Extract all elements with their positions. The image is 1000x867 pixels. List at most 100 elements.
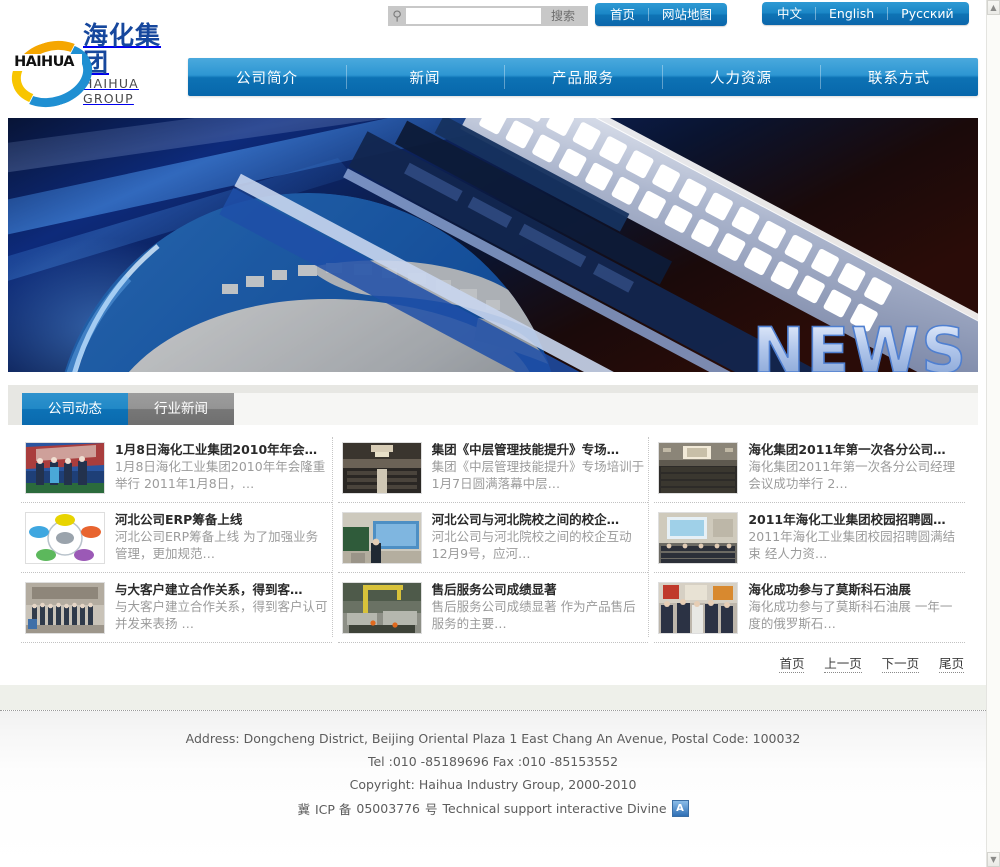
news-text: 海化集团2011年第一次各分公司… 海化集团2011年第一次各分公司经理会议成功… <box>748 442 961 494</box>
news-thumbnail <box>658 582 738 634</box>
vertical-scrollbar[interactable]: ▲ ▼ <box>986 0 1000 867</box>
language-switcher: 中文 English Русский <box>762 2 969 25</box>
nav-item-human-resources[interactable]: 人力资源 <box>662 58 820 96</box>
footer-address: Address: Dongcheng District, Beijing Ori… <box>0 730 986 747</box>
logo-text-block: 海化集团 HAIHUA GROUP <box>83 22 184 106</box>
nav-item-contact[interactable]: 联系方式 <box>820 58 978 96</box>
news-title[interactable]: 海化成功参与了莫斯科石油展 <box>748 582 961 598</box>
nav-item-products-services[interactable]: 产品服务 <box>504 58 662 96</box>
news-description: 河北公司与河北院校之间的校企互动 12月9号，应河… <box>432 528 645 562</box>
search-button[interactable]: 搜索 <box>541 6 585 26</box>
news-tabs: 公司动态 行业新闻 <box>8 385 978 425</box>
news-description: 海化集团2011年第一次各分公司经理会议成功举行 2… <box>748 458 961 492</box>
news-columns: 1月8日海化工业集团2010年年会… 1月8日海化工业集团2010年年会隆重举行… <box>8 425 978 643</box>
news-title[interactable]: 2011年海化工业集团校园招聘圆… <box>748 512 961 528</box>
news-thumbnail <box>25 582 105 634</box>
news-item[interactable]: 海化成功参与了莫斯科石油展 海化成功参与了莫斯科石油展 一年一度的俄罗斯石… <box>654 573 965 643</box>
news-thumbnail <box>658 512 738 564</box>
news-thumbnail <box>25 512 105 564</box>
news-description: 1月8日海化工业集团2010年年会隆重举行 2011年1月8日，… <box>115 458 328 492</box>
search-icon: ⚲ <box>388 6 406 26</box>
site-footer: Address: Dongcheng District, Beijing Ori… <box>0 710 986 867</box>
news-thumbnail <box>25 442 105 494</box>
pagination-prev[interactable]: 上一页 <box>824 656 862 673</box>
news-description: 售后服务公司成绩显著 作为产品售后服务的主要… <box>432 598 645 632</box>
news-column: 海化集团2011年第一次各分公司… 海化集团2011年第一次各分公司经理会议成功… <box>651 433 968 643</box>
news-item[interactable]: 与大客户建立合作关系，得到客… 与大客户建立合作关系，得到客户认可并发来表扬 … <box>21 573 332 643</box>
news-text: 1月8日海化工业集团2010年年会… 1月8日海化工业集团2010年年会隆重举行… <box>115 442 328 494</box>
pagination-next[interactable]: 下一页 <box>882 656 920 673</box>
news-thumbnail <box>342 442 422 494</box>
news-description: 集团《中层管理技能提升》专场培训于1月7日圆满落幕中层… <box>432 458 645 492</box>
banner-headline: NEWS <box>753 314 968 372</box>
logo-name-en: HAIHUA GROUP <box>83 76 184 106</box>
icp-province: 冀 <box>297 799 310 818</box>
hero-banner[interactable]: NEWS <box>8 118 978 372</box>
nav-item-news[interactable]: 新闻 <box>346 58 504 96</box>
icp-number: 05003776 <box>356 801 420 816</box>
tab-company-news[interactable]: 公司动态 <box>22 393 128 425</box>
quick-link-home[interactable]: 首页 <box>597 3 648 26</box>
footer-copyright: Copyright: Haihua Industry Group, 2000-2… <box>0 776 986 793</box>
news-item[interactable]: 河北公司ERP筹备上线 河北公司ERP筹备上线 为了加强业务管理，更加规范… <box>21 503 332 573</box>
logo-wordmark: HAIHUA <box>6 54 82 71</box>
news-title[interactable]: 河北公司与河北院校之间的校企… <box>432 512 645 528</box>
accessibility-badge-icon[interactable]: A <box>672 800 689 817</box>
news-text: 集团《中层管理技能提升》专场… 集团《中层管理技能提升》专场培训于1月7日圆满落… <box>432 442 645 494</box>
news-column: 集团《中层管理技能提升》专场… 集团《中层管理技能提升》专场培训于1月7日圆满落… <box>335 433 652 643</box>
search-box: ⚲ 搜索 <box>388 6 588 26</box>
news-description: 海化成功参与了莫斯科石油展 一年一度的俄罗斯石… <box>748 598 961 632</box>
news-title[interactable]: 河北公司ERP筹备上线 <box>115 512 328 528</box>
news-text: 与大客户建立合作关系，得到客… 与大客户建立合作关系，得到客户认可并发来表扬 … <box>115 582 328 634</box>
news-title[interactable]: 海化集团2011年第一次各分公司… <box>748 442 961 458</box>
main-navigation: 公司简介 新闻 产品服务 人力资源 联系方式 <box>188 58 978 96</box>
scroll-up-icon[interactable]: ▲ <box>987 0 1000 15</box>
news-description: 与大客户建立合作关系，得到客户认可并发来表扬 … <box>115 598 328 632</box>
logo-name-cn: 海化集团 <box>83 22 184 76</box>
icp-suffix: 号 <box>425 799 438 818</box>
tab-industry-news[interactable]: 行业新闻 <box>128 393 234 425</box>
footer-icp-line: 冀 ICP 备 05003776 号 Technical support int… <box>0 799 986 818</box>
page-root: ⚲ 搜索 首页 网站地图 中文 English Русский HAIHUA 海… <box>0 0 986 867</box>
news-panel: 公司动态 行业新闻 <box>8 385 978 684</box>
news-thumbnail <box>342 582 422 634</box>
news-description: 河北公司ERP筹备上线 为了加强业务管理，更加规范… <box>115 528 328 562</box>
news-thumbnail <box>658 442 738 494</box>
news-text: 2011年海化工业集团校园招聘圆… 2011年海化工业集团校园招聘圆满结束 经人… <box>748 512 961 564</box>
tabs-filler <box>234 393 978 425</box>
news-description: 2011年海化工业集团校园招聘圆满结束 经人力资… <box>748 528 961 562</box>
news-item[interactable]: 售后服务公司成绩显著 售后服务公司成绩显著 作为产品售后服务的主要… <box>338 573 649 643</box>
news-title[interactable]: 与大客户建立合作关系，得到客… <box>115 582 328 598</box>
footer-spacer <box>0 685 986 710</box>
news-item[interactable]: 集团《中层管理技能提升》专场… 集团《中层管理技能提升》专场培训于1月7日圆满落… <box>338 433 649 503</box>
pagination-last[interactable]: 尾页 <box>939 656 964 673</box>
news-text: 河北公司与河北院校之间的校企… 河北公司与河北院校之间的校企互动 12月9号，应… <box>432 512 645 564</box>
news-thumbnail <box>342 512 422 564</box>
news-text: 售后服务公司成绩显著 售后服务公司成绩显著 作为产品售后服务的主要… <box>432 582 645 634</box>
news-text: 海化成功参与了莫斯科石油展 海化成功参与了莫斯科石油展 一年一度的俄罗斯石… <box>748 582 961 634</box>
pagination: 首页 上一页 下一页 尾页 <box>8 643 978 684</box>
language-option-chinese[interactable]: 中文 <box>764 2 815 25</box>
quick-links-group: 首页 网站地图 <box>595 3 727 26</box>
language-option-russian[interactable]: Русский <box>888 2 966 25</box>
logo-mark-icon: HAIHUA <box>8 38 78 90</box>
news-column: 1月8日海化工业集团2010年年会… 1月8日海化工业集团2010年年会隆重举行… <box>18 433 335 643</box>
news-item[interactable]: 河北公司与河北院校之间的校企… 河北公司与河北院校之间的校企互动 12月9号，应… <box>338 503 649 573</box>
news-title[interactable]: 1月8日海化工业集团2010年年会… <box>115 442 328 458</box>
site-logo[interactable]: HAIHUA 海化集团 HAIHUA GROUP <box>8 36 184 92</box>
news-item[interactable]: 1月8日海化工业集团2010年年会… 1月8日海化工业集团2010年年会隆重举行… <box>21 433 332 503</box>
news-item[interactable]: 海化集团2011年第一次各分公司… 海化集团2011年第一次各分公司经理会议成功… <box>654 433 965 503</box>
quick-link-sitemap[interactable]: 网站地图 <box>649 3 725 26</box>
search-input[interactable] <box>406 8 541 24</box>
language-option-english[interactable]: English <box>816 2 887 25</box>
pagination-first[interactable]: 首页 <box>779 656 804 673</box>
news-item[interactable]: 2011年海化工业集团校园招聘圆… 2011年海化工业集团校园招聘圆满结束 经人… <box>654 503 965 573</box>
scroll-down-icon[interactable]: ▼ <box>987 852 1000 867</box>
nav-item-company-profile[interactable]: 公司简介 <box>188 58 346 96</box>
icp-label: ICP 备 <box>315 799 351 818</box>
footer-support-text: Technical support interactive Divine <box>443 801 667 816</box>
news-title[interactable]: 集团《中层管理技能提升》专场… <box>432 442 645 458</box>
banner-graphic: NEWS <box>8 118 978 372</box>
news-title[interactable]: 售后服务公司成绩显著 <box>432 582 645 598</box>
footer-contact: Tel :010 -85189696 Fax :010 -85153552 <box>0 753 986 770</box>
